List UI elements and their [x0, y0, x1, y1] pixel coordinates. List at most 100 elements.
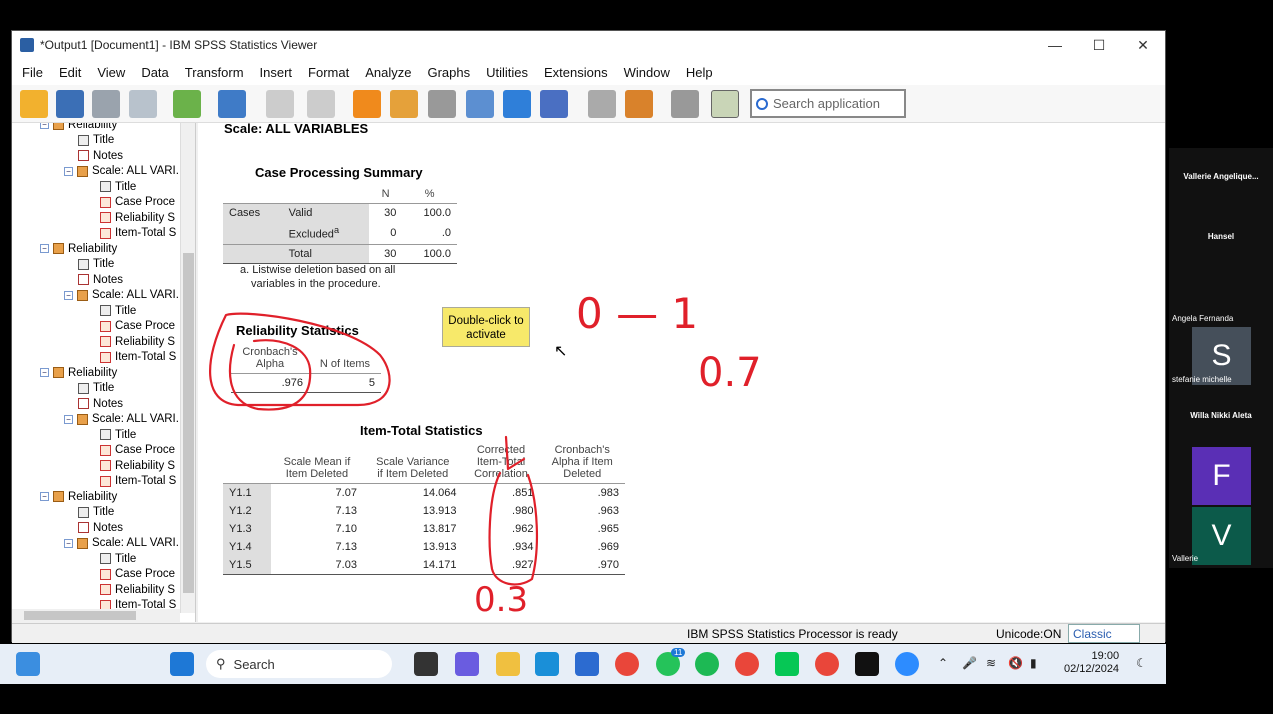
outline-item[interactable]: Case Proce — [100, 319, 175, 334]
chrome-profile2-icon[interactable] — [815, 652, 839, 676]
menu-transform[interactable]: Transform — [185, 65, 244, 80]
export-icon[interactable] — [173, 90, 201, 118]
outline-item-reliability[interactable]: − Reliability — [40, 365, 117, 380]
redo-icon[interactable] — [307, 90, 335, 118]
insert-heading-icon[interactable] — [503, 90, 531, 118]
classic-mode-button[interactable]: Classic — [1068, 624, 1140, 643]
case-processing-table[interactable]: N% Cases Valid 30 100.0 Excludeda 0 .0 Total 3… — [223, 185, 457, 264]
outline-item[interactable]: Notes — [78, 272, 123, 287]
store-icon[interactable] — [575, 652, 599, 676]
outline-item[interactable]: Title — [100, 427, 136, 442]
outline-item[interactable]: Title — [100, 303, 136, 318]
close-button[interactable]: ✕ — [1121, 31, 1165, 59]
outline-item[interactable]: Reliability S — [100, 458, 175, 473]
create-edit-icon[interactable] — [625, 90, 653, 118]
clock[interactable]: 19:00 02/12/2024 — [1064, 650, 1119, 676]
outline-horizontal-scrollbar[interactable] — [12, 609, 180, 622]
variables-icon[interactable] — [466, 90, 494, 118]
battery-icon[interactable]: ▮ — [1030, 656, 1037, 670]
maximize-button[interactable]: ☐ — [1077, 31, 1121, 59]
chrome-icon[interactable] — [615, 652, 639, 676]
chevron-up-icon[interactable]: ⌃ — [938, 656, 948, 670]
outline-item[interactable]: − Scale: ALL VARI. — [64, 412, 179, 427]
zoom-icon[interactable] — [895, 652, 919, 676]
microphone-icon[interactable]: 🎤 — [962, 656, 977, 670]
menu-format[interactable]: Format — [308, 65, 349, 80]
collapse-icon[interactable]: − — [40, 244, 49, 253]
insert-text-icon[interactable] — [588, 90, 616, 118]
collapse-icon[interactable]: − — [64, 538, 73, 548]
line-icon[interactable] — [775, 652, 799, 676]
goto-case-icon[interactable] — [390, 90, 418, 118]
designate-window-icon[interactable] — [711, 90, 739, 118]
goto-variable-icon[interactable] — [428, 90, 456, 118]
menu-view[interactable]: View — [97, 65, 125, 80]
insert-title-icon[interactable] — [540, 90, 568, 118]
terminal-icon[interactable] — [855, 652, 879, 676]
menu-graphs[interactable]: Graphs — [427, 65, 470, 80]
collapse-icon[interactable]: − — [64, 414, 73, 424]
save-icon[interactable] — [56, 90, 84, 118]
wifi-icon[interactable]: ≋ — [986, 656, 996, 670]
goto-data-icon[interactable] — [353, 90, 381, 118]
spotify-icon[interactable] — [695, 652, 719, 676]
outline-item[interactable]: − Scale: ALL VARI. — [64, 536, 179, 551]
start-icon[interactable] — [170, 652, 194, 676]
outline-item[interactable]: − Scale: ALL VARI. — [64, 164, 179, 179]
menu-window[interactable]: Window — [624, 65, 670, 80]
task-view-icon[interactable] — [16, 652, 40, 676]
menu-file[interactable]: File — [22, 65, 43, 80]
menu-utilities[interactable]: Utilities — [486, 65, 528, 80]
outline-item[interactable]: Case Proce — [100, 567, 175, 582]
outline-item[interactable]: Title — [100, 551, 136, 566]
volume-icon[interactable]: 🔇 — [1008, 656, 1023, 670]
outline-item-reliability[interactable]: − Reliability — [40, 241, 117, 256]
menu-analyze[interactable]: Analyze — [365, 65, 411, 80]
print-icon[interactable] — [92, 90, 120, 118]
collapse-icon[interactable]: − — [40, 492, 49, 501]
taskbar-search[interactable]: ⚲ Search — [206, 650, 392, 678]
show-all-icon[interactable] — [671, 90, 699, 118]
meet-icon[interactable] — [455, 652, 479, 676]
notifications-icon[interactable]: ☾ — [1136, 656, 1147, 670]
reliability-table[interactable]: Cronbach's Alpha N of Items .976 5 — [231, 343, 381, 393]
outline-item[interactable]: Reliability S — [100, 582, 175, 597]
edge-icon[interactable] — [535, 652, 559, 676]
menu-data[interactable]: Data — [141, 65, 168, 80]
outline-item[interactable]: Notes — [78, 520, 123, 535]
outline-item[interactable]: Title — [100, 179, 136, 194]
outline-item[interactable]: Notes — [78, 396, 123, 411]
collapse-icon[interactable]: − — [64, 166, 73, 176]
outline-item[interactable]: Reliability S — [100, 210, 175, 225]
menu-edit[interactable]: Edit — [59, 65, 81, 80]
item-total-table[interactable]: Scale Mean if Item Deleted Scale Variance… — [223, 441, 625, 575]
outline-item[interactable]: Title — [78, 505, 114, 520]
menu-insert[interactable]: Insert — [260, 65, 293, 80]
search-application-field[interactable]: Search application — [750, 89, 906, 118]
menu-help[interactable]: Help — [686, 65, 713, 80]
outline-item[interactable]: Notes — [78, 148, 123, 163]
outline-item[interactable]: Title — [78, 133, 114, 148]
outline-item[interactable]: Title — [78, 257, 114, 272]
undo-icon[interactable] — [266, 90, 294, 118]
collapse-icon[interactable]: − — [64, 290, 73, 300]
outline-item[interactable]: Reliability S — [100, 334, 175, 349]
app-icon[interactable] — [414, 652, 438, 676]
outline-item[interactable]: Item-Total S — [100, 350, 176, 365]
open-folder-icon[interactable] — [20, 90, 48, 118]
recall-dialog-icon[interactable] — [218, 90, 246, 118]
outline-item[interactable]: Item-Total S — [100, 226, 176, 241]
chrome-profile-icon[interactable] — [735, 652, 759, 676]
collapse-icon[interactable]: − — [40, 368, 49, 377]
menu-extensions[interactable]: Extensions — [544, 65, 608, 80]
outline-vertical-scrollbar[interactable] — [180, 123, 195, 613]
outline-item[interactable]: Item-Total S — [100, 474, 176, 489]
file-explorer-icon[interactable] — [496, 652, 520, 676]
collapse-icon[interactable]: − — [40, 123, 49, 129]
outline-item[interactable]: Case Proce — [100, 443, 175, 458]
outline-item[interactable]: Title — [78, 381, 114, 396]
outline-item-reliability[interactable]: − Reliability — [40, 123, 117, 132]
minimize-button[interactable]: — — [1033, 31, 1077, 59]
print-preview-icon[interactable] — [129, 90, 157, 118]
outline-item-reliability[interactable]: − Reliability — [40, 489, 117, 504]
